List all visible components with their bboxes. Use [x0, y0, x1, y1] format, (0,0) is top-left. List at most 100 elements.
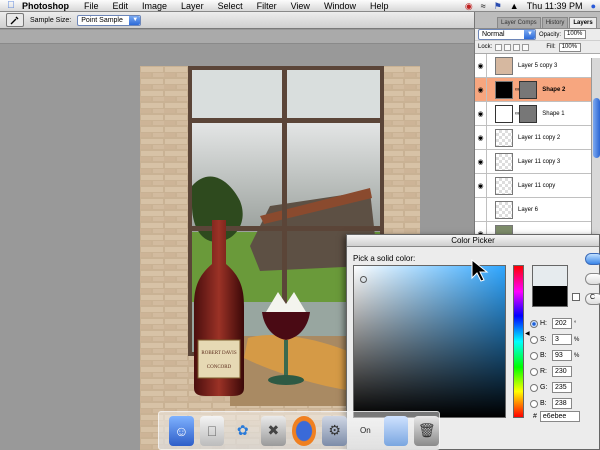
ok-button[interactable] [585, 253, 600, 265]
red-radio[interactable] [530, 367, 538, 376]
menu-extras: ◉ ≈ ⚑ ▲ Thu 11:39 PM ● [465, 0, 596, 12]
layer-name: Layer 5 copy 3 [518, 62, 558, 69]
eye-icon[interactable]: ◉ [475, 149, 487, 174]
layer-row-selected[interactable]: ◉ ∞ Shape 2 [475, 77, 600, 102]
finder-icon[interactable]: ☺ [169, 415, 194, 446]
brightness-radio[interactable] [530, 351, 538, 360]
lock-icons [495, 43, 530, 51]
layer-thumbnail [495, 176, 513, 195]
hue-row: H: 202 ° [530, 317, 582, 330]
tab-history[interactable]: History [541, 17, 569, 28]
apple-menu-icon[interactable]:  [0, 0, 22, 11]
clock-text[interactable]: Thu 11:39 PM [527, 1, 583, 11]
menu-filter[interactable]: Filter [250, 0, 284, 12]
opacity-input[interactable]: 100% [564, 30, 587, 39]
green-radio[interactable] [530, 383, 538, 392]
web-safe-warning-icon[interactable] [572, 293, 580, 301]
blue-radio[interactable] [530, 399, 538, 408]
hex-row: # e6ebee [533, 411, 580, 422]
hex-input[interactable]: e6ebee [539, 411, 580, 422]
eye-icon[interactable]: ◉ [475, 77, 487, 102]
tab-layers[interactable]: Layers [569, 17, 597, 28]
lock-transparency-icon[interactable] [495, 43, 503, 51]
blue-input[interactable]: 238 [552, 398, 572, 409]
layer-thumbnail [495, 80, 513, 99]
tab-layer-comps[interactable]: Layer Comps [497, 17, 541, 28]
color-field[interactable] [353, 265, 506, 418]
scroll-thumb[interactable] [593, 98, 600, 158]
menu-layer[interactable]: Layer [174, 0, 211, 12]
opacity-label: Opacity: [539, 31, 562, 38]
layer-row[interactable]: ◉ Layer 5 copy 3 [475, 53, 600, 78]
color-values: H: 202 ° S: 3% B: 93% R: 230 G: 235 B: 238 [530, 317, 582, 413]
lock-move-icon[interactable] [513, 43, 521, 51]
brightness-input[interactable]: 93 [552, 350, 572, 361]
status-icon[interactable]: ◉ [465, 1, 473, 12]
firefox-icon[interactable] [291, 415, 317, 446]
eyedropper-tool-icon[interactable] [6, 13, 24, 27]
blend-mode-select[interactable]: Normal ▼ [478, 29, 536, 40]
menu-window[interactable]: Window [317, 0, 363, 12]
layer-thumbnail [495, 152, 513, 171]
hue-slider[interactable] [513, 265, 524, 418]
saturation-row: S: 3% [530, 333, 582, 346]
menu-image[interactable]: Image [135, 0, 174, 12]
layers-scrollbar[interactable] [591, 58, 600, 245]
hue-radio[interactable] [530, 319, 538, 328]
menu-file[interactable]: File [77, 0, 106, 12]
wifi-icon[interactable]: ≈ [481, 1, 486, 11]
eye-icon[interactable]: ◉ [475, 125, 487, 150]
eye-icon[interactable]: ◉ [475, 53, 487, 78]
preferences-icon[interactable]: ⚙ [322, 415, 348, 446]
menu-edit[interactable]: Edit [106, 0, 136, 12]
color-field-cursor[interactable] [360, 276, 367, 283]
lock-all-icon[interactable] [522, 43, 530, 51]
layer-row[interactable]: Layer 6 [475, 197, 600, 222]
layer-row[interactable]: ◉ Layer 11 copy 3 [475, 149, 600, 174]
system-icon[interactable]:  [199, 415, 225, 446]
visibility-off-icon[interactable] [475, 197, 487, 222]
tools-icon[interactable]: ✖ [261, 415, 286, 446]
blue-row: B: 238 [530, 397, 582, 410]
saturation-label: S: [540, 336, 547, 343]
dialog-title: Color Picker [347, 235, 599, 247]
on-icon[interactable]: On [353, 416, 378, 446]
hue-slider-handle[interactable]: ◀ [525, 330, 530, 337]
layer-thumbnail [495, 104, 513, 123]
volume-icon[interactable]: ▲ [510, 1, 519, 11]
lock-row: Lock: Fill: 100% [475, 41, 600, 54]
layer-name: Shape 2 [542, 86, 566, 93]
saturation-input[interactable]: 3 [552, 334, 572, 345]
menu-select[interactable]: Select [211, 0, 250, 12]
red-input[interactable]: 230 [552, 366, 572, 377]
green-input[interactable]: 235 [552, 382, 572, 393]
mail-icon[interactable]: ✿ [230, 416, 255, 446]
layer-row[interactable]: ◉ ∞ Shape 1 [475, 101, 600, 126]
current-color-swatch[interactable] [533, 286, 567, 306]
color-libraries-button[interactable]: C [585, 293, 600, 305]
spotlight-icon[interactable]: ● [591, 1, 596, 11]
menu-help[interactable]: Help [363, 0, 396, 12]
fill-input[interactable]: 100% [558, 42, 581, 52]
vector-mask-thumbnail [519, 104, 538, 123]
sample-size-select[interactable]: Point Sample ▼ [77, 14, 142, 26]
saturation-radio[interactable] [530, 335, 538, 344]
eye-icon[interactable]: ◉ [475, 101, 487, 126]
menu-view[interactable]: View [284, 0, 317, 12]
hue-input[interactable]: 202 [552, 318, 572, 329]
cancel-button[interactable] [585, 273, 600, 285]
eye-icon[interactable]: ◉ [475, 173, 487, 198]
layer-row[interactable]: ◉ Layer 11 copy 2 [475, 125, 600, 150]
lock-paint-icon[interactable] [504, 43, 512, 51]
trash-icon[interactable]: 🗑 [414, 415, 440, 446]
brightness-unit: % [574, 352, 580, 359]
panel-tabs: Layer Comps History Layers [475, 12, 600, 29]
folder-icon[interactable] [383, 415, 409, 446]
flag-icon[interactable]: ⚑ [494, 1, 502, 12]
hue-unit: ° [574, 320, 577, 327]
app-menu[interactable]: Photoshop [22, 0, 77, 12]
layer-row[interactable]: ◉ Layer 11 copy [475, 173, 600, 198]
document-area-top [0, 30, 474, 44]
red-label: R: [540, 368, 547, 375]
layer-name: Layer 6 [518, 206, 539, 213]
